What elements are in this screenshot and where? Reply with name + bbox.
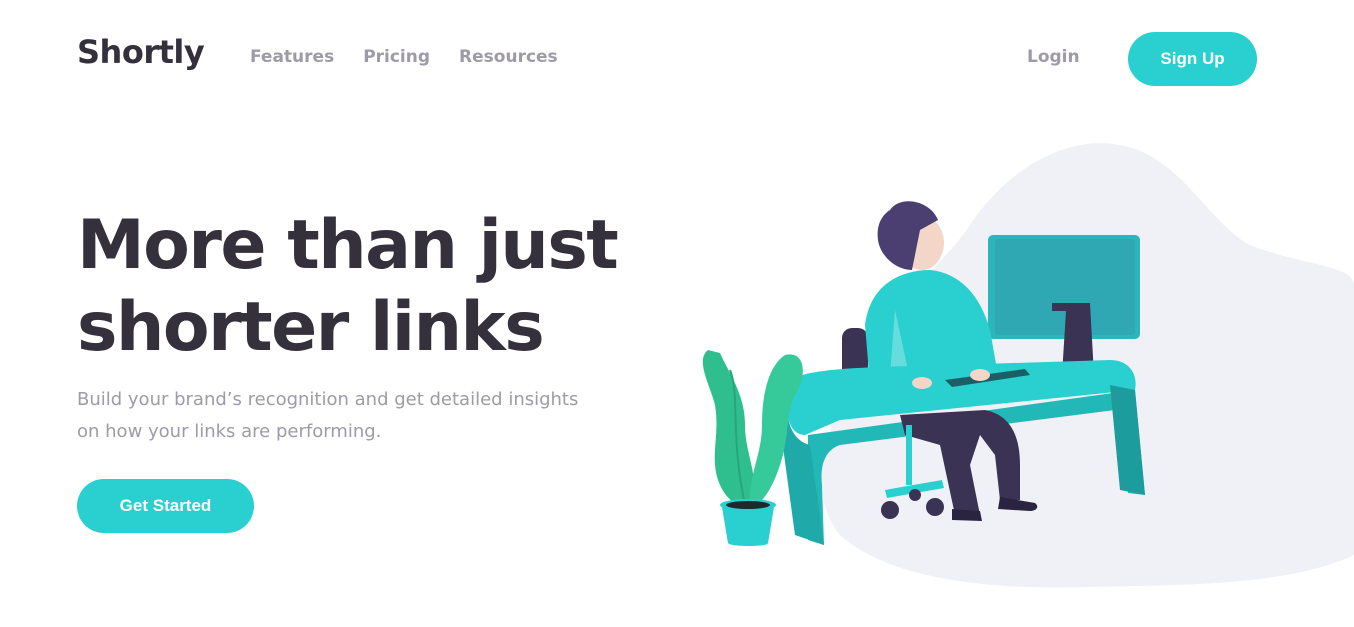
get-started-button[interactable]: Get Started xyxy=(77,479,254,533)
nav-pricing-link[interactable]: Pricing xyxy=(363,47,430,67)
hero-subtitle-line-1: Build your brand’s recognition and get d… xyxy=(77,389,579,410)
plant-pot xyxy=(722,507,774,546)
hero-subtitle-line-2: on how your links are performing. xyxy=(77,421,382,442)
login-link[interactable]: Login xyxy=(1027,47,1080,67)
brand-logo[interactable]: Shortly xyxy=(77,33,205,71)
person-working-at-desk-illustration xyxy=(690,135,1354,595)
chair-stem xyxy=(906,425,912,485)
hero-subtitle: Build your brand’s recognition and get d… xyxy=(77,384,597,448)
site-header: Shortly Features Pricing Resources Login… xyxy=(0,0,1354,120)
main-nav: Features Pricing Resources xyxy=(250,47,587,67)
hero-title-line-1: More than just xyxy=(77,206,619,285)
plant-leaf-left xyxy=(702,350,755,508)
nav-resources-link[interactable]: Resources xyxy=(459,47,558,67)
signup-button[interactable]: Sign Up xyxy=(1128,32,1257,86)
nav-features-link[interactable]: Features xyxy=(250,47,334,67)
hero-title: More than just shorter links xyxy=(77,205,637,369)
hero-title-line-2: shorter links xyxy=(77,288,545,367)
